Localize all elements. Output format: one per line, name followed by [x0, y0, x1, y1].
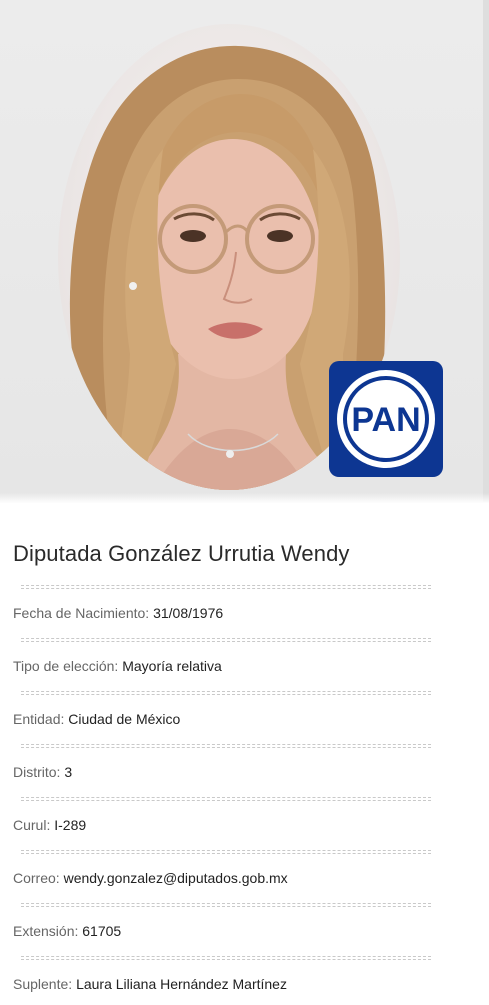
- field-birthdate: Fecha de Nacimiento: 31/08/1976: [13, 589, 489, 638]
- field-label: Entidad:: [13, 711, 65, 727]
- field-alternate: Suplente: Laura Liliana Hernández Martín…: [13, 960, 489, 1005]
- field-value: I-289: [54, 817, 87, 833]
- field-district: Distrito: 3: [13, 748, 489, 797]
- field-value: Mayoría relativa: [122, 658, 222, 674]
- field-label: Distrito:: [13, 764, 61, 780]
- field-label: Correo:: [13, 870, 60, 886]
- field-label: Fecha de Nacimiento:: [13, 605, 150, 621]
- field-value: 61705: [82, 923, 122, 939]
- field-label: Tipo de elección:: [13, 658, 119, 674]
- field-value: 31/08/1976: [153, 605, 224, 621]
- field-label: Curul:: [13, 817, 51, 833]
- party-logo-text: PAN: [351, 401, 420, 439]
- deputy-name: Diputada González Urrutia Wendy: [13, 541, 350, 566]
- field-value: Laura Liliana Hernández Martínez: [76, 976, 287, 992]
- field-election-type: Tipo de elección: Mayoría relativa: [13, 642, 489, 691]
- field-value: Ciudad de México: [68, 711, 181, 727]
- field-extension: Extensión: 61705: [13, 907, 489, 956]
- field-seat: Curul: I-289: [13, 801, 489, 850]
- field-email: Correo: wendy.gonzalez@diputados.gob.mx: [13, 854, 489, 903]
- photo-section: PAN: [0, 0, 489, 503]
- field-state: Entidad: Ciudad de México: [13, 695, 489, 744]
- field-value: 3: [64, 764, 73, 780]
- deputy-info: Diputada González Urrutia Wendy Fecha de…: [0, 503, 489, 1005]
- field-label: Extensión:: [13, 923, 79, 939]
- party-logo: PAN: [329, 361, 443, 477]
- background-strip: [483, 0, 489, 503]
- field-label: Suplente:: [13, 976, 73, 992]
- email-link[interactable]: wendy.gonzalez@diputados.gob.mx: [64, 870, 288, 886]
